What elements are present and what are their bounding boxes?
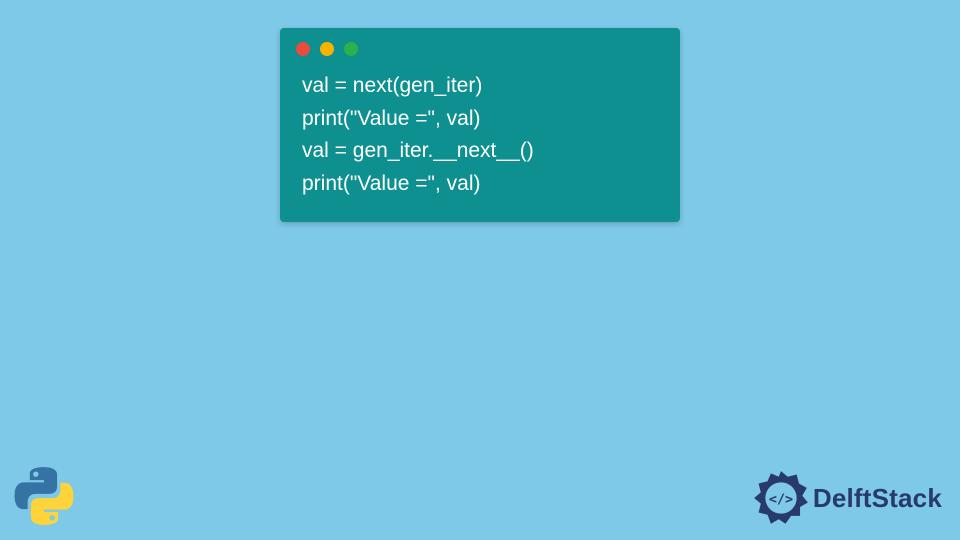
code-line: val = next(gen_iter) <box>302 70 658 103</box>
close-icon <box>296 42 310 56</box>
code-line: print("Value =", val) <box>302 168 658 201</box>
svg-text:</>: </> <box>769 493 793 508</box>
minimize-icon <box>320 42 334 56</box>
window-titlebar <box>280 28 680 64</box>
code-body: val = next(gen_iter) print("Value =", va… <box>280 64 680 204</box>
maximize-icon <box>344 42 358 56</box>
delftstack-logo-icon: </> <box>753 470 809 526</box>
delftstack-label: DelftStack <box>813 483 942 514</box>
delftstack-brand: </> DelftStack <box>753 470 942 526</box>
code-line: val = gen_iter.__next__() <box>302 135 658 168</box>
code-window: val = next(gen_iter) print("Value =", va… <box>280 28 680 222</box>
python-logo-icon <box>14 466 74 526</box>
code-line: print("Value =", val) <box>302 103 658 136</box>
